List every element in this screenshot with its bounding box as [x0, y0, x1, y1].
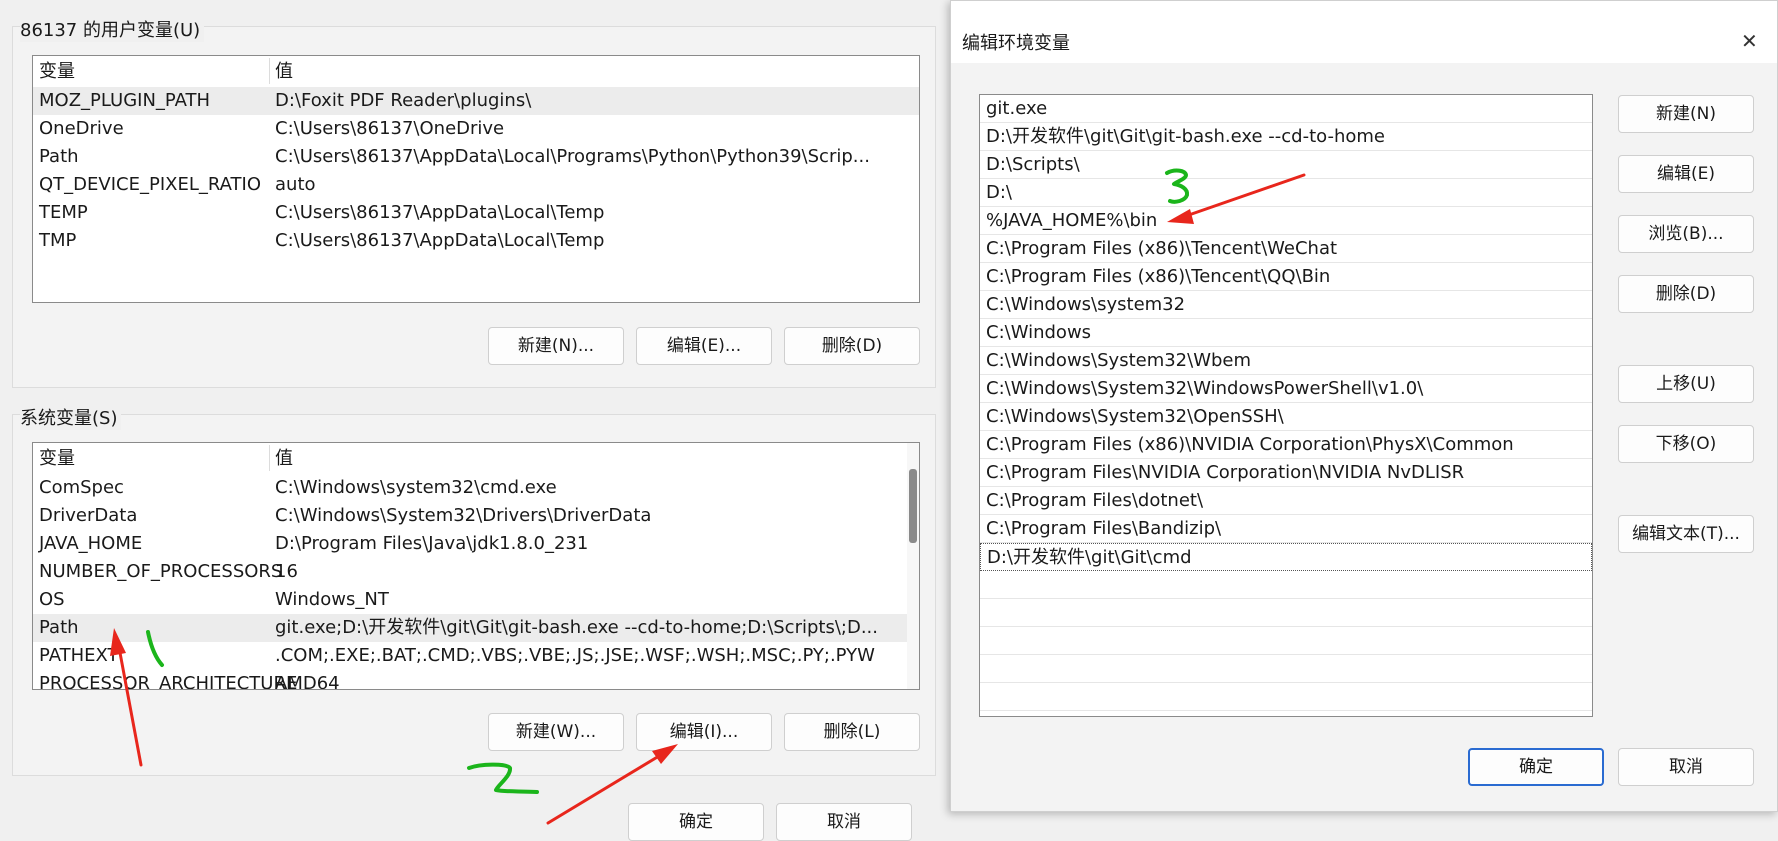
arrow-to-path-row — [110, 628, 143, 767]
handwritten-number-1 — [146, 630, 164, 667]
annotation-overlay — [110, 168, 1306, 825]
handwritten-number-2 — [467, 762, 539, 794]
arrow-to-edit-button — [546, 744, 678, 825]
handwritten-number-3 — [1165, 168, 1190, 204]
arrow-to-java-home-bin — [1167, 173, 1306, 224]
